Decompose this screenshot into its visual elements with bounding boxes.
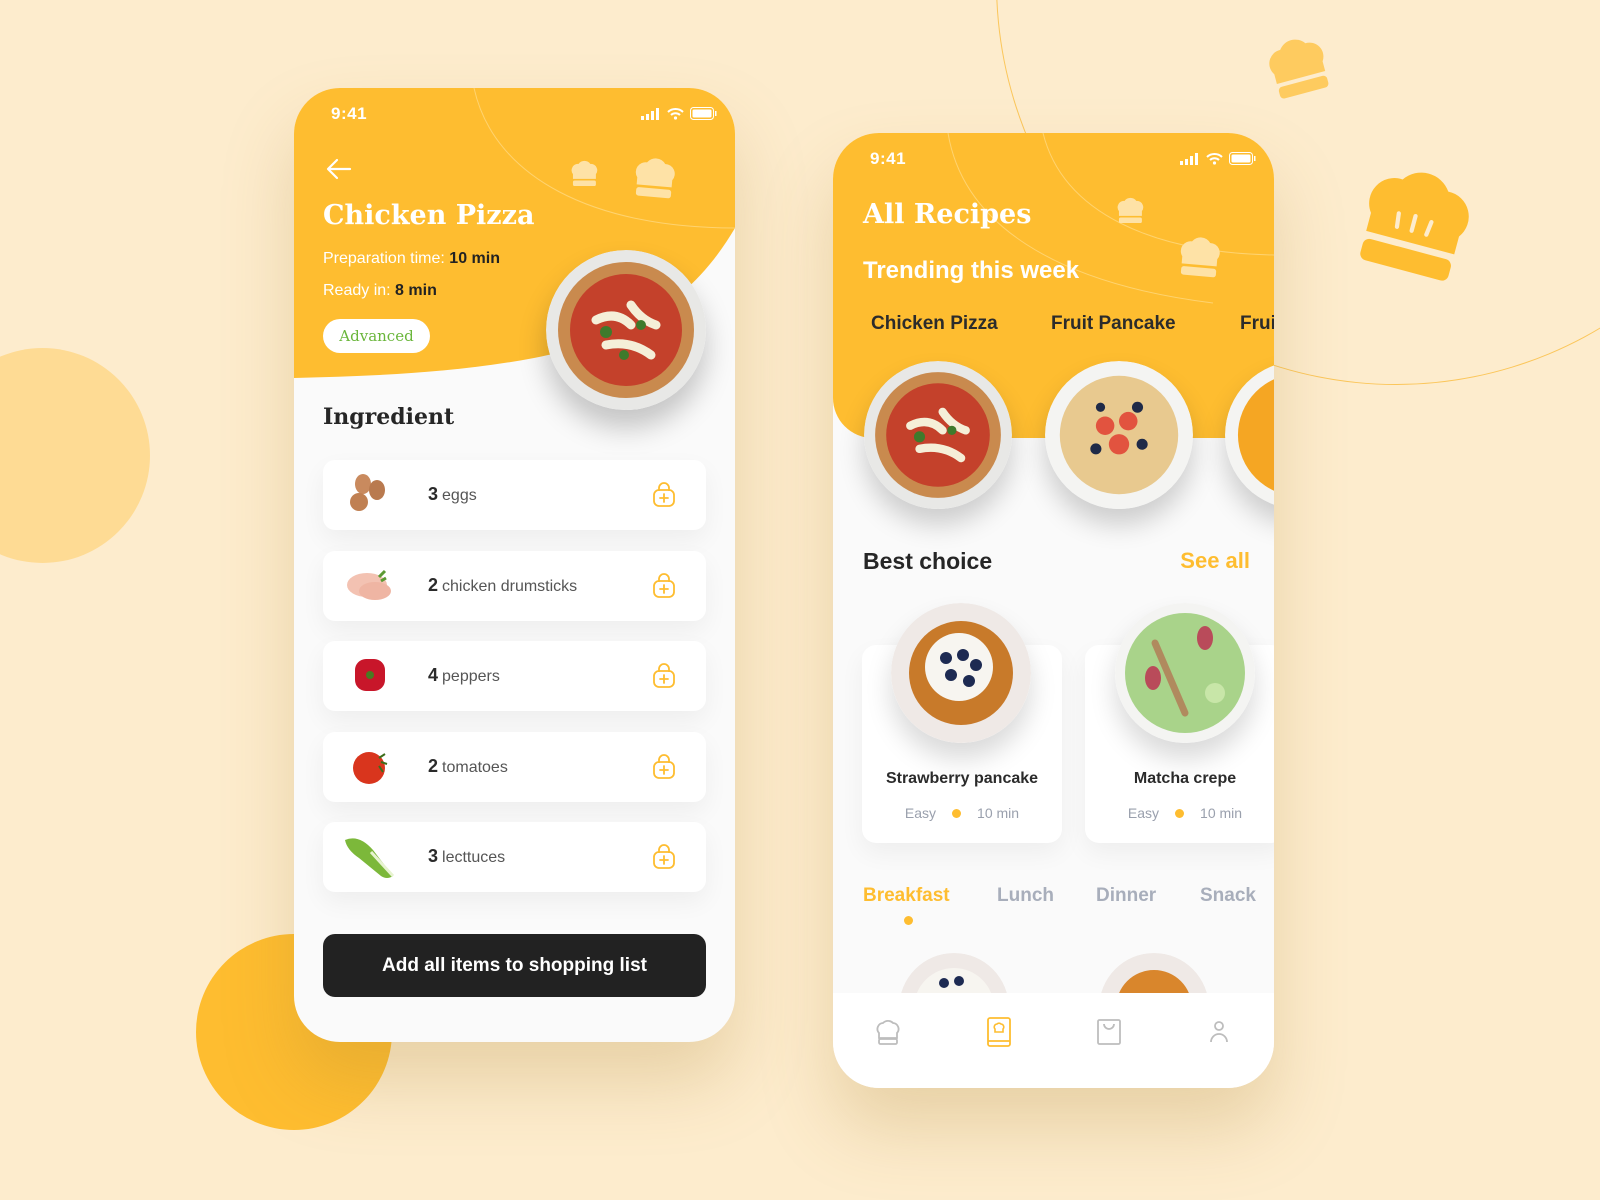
ingredient-name: chicken drumsticks	[442, 577, 578, 595]
ingredient-item: 4 peppers	[323, 641, 706, 711]
meal-category-tabs: Breakfast Lunch Dinner Snack	[863, 885, 1274, 925]
add-to-bag-icon[interactable]	[652, 482, 676, 508]
chef-hat-icon	[635, 158, 675, 199]
signal-icon	[1180, 152, 1198, 165]
pizza-image	[546, 250, 706, 410]
pizza-image[interactable]	[864, 361, 1012, 509]
ingredient-text: 3 lecttuces	[428, 846, 505, 867]
ingredient-text: 4 peppers	[428, 665, 500, 686]
ingredient-name: peppers	[442, 668, 500, 685]
tab-dinner[interactable]: Dinner	[1096, 885, 1200, 907]
ingredient-qty: 4	[428, 665, 439, 685]
ingredient-item: 2 tomatoes	[323, 731, 706, 802]
ingredient-item: 2 chicken drumsticks	[323, 550, 706, 621]
ready-time: Ready in: 8 min	[323, 282, 437, 300]
recipe-book-icon[interactable]	[982, 1015, 1016, 1049]
recipe-detail-screen: 9:41 Chicken Pizza Preparation time: 10 …	[294, 88, 735, 1042]
ingredient-qty: 2	[428, 574, 439, 595]
chef-hat-icon	[1360, 172, 1469, 281]
signal-icon	[641, 107, 659, 120]
waffle-image[interactable]	[1045, 361, 1193, 509]
difficulty-label: Easy	[1127, 805, 1160, 821]
ingredient-name: lecttuces	[442, 849, 506, 866]
trending-item[interactable]: Chicken Pizza	[871, 313, 1051, 335]
battery-icon	[1229, 152, 1256, 165]
ready-time-value: 8 min	[395, 282, 437, 299]
tomato-icon	[353, 751, 388, 784]
prep-time: Preparation time: 10 min	[323, 250, 500, 268]
all-recipes-screen: 9:41 All Recipes Trending this week Chic…	[833, 133, 1274, 1088]
trending-heading: Trending this week	[863, 257, 1080, 284]
pepper-icon	[355, 659, 385, 691]
battery-icon	[690, 107, 717, 120]
wifi-icon	[1206, 152, 1223, 165]
back-arrow-icon[interactable]	[324, 154, 354, 184]
ingredient-item: 3 eggs	[323, 460, 706, 530]
chef-hat-icon[interactable]	[871, 1015, 905, 1049]
chef-hat-icon	[1269, 39, 1329, 99]
ingredient-list: 3 eggs 2 chicken drumsticks 4 peppers 2 toma…	[323, 460, 706, 913]
chicken-drumstick-icon	[347, 569, 391, 600]
best-choice-heading: Best choice	[863, 548, 993, 574]
prep-time-value: 10 min	[449, 250, 500, 267]
page-title: All Recipes	[863, 199, 1032, 230]
recipe-card-name: Strawberry pancake	[885, 770, 1039, 787]
separator-dot	[1175, 808, 1185, 818]
ingredient-name: tomatoes	[442, 758, 508, 776]
pancake-image	[891, 603, 1031, 743]
recipe-card-meta: Easy 10 min	[1085, 805, 1274, 821]
trending-item[interactable]: Fruit Pancake	[1051, 313, 1240, 335]
add-to-bag-icon[interactable]	[652, 753, 676, 780]
status-bar: 9:41	[294, 88, 735, 138]
profile-icon[interactable]	[1202, 1015, 1236, 1049]
trending-list: Chicken Pizza Fruit Pancake Frui	[871, 313, 1274, 335]
decor-circle	[0, 348, 150, 563]
recipe-title: Chicken Pizza	[323, 200, 535, 231]
ingredient-qty: 2	[428, 755, 439, 776]
ingredient-name: eggs	[442, 487, 477, 504]
separator-dot	[952, 808, 962, 818]
ingredient-text: 3 eggs	[428, 484, 477, 505]
chef-hat-icon	[1180, 237, 1220, 278]
chef-hat-icon	[1117, 197, 1144, 224]
ingredient-heading: Ingredient	[323, 404, 455, 430]
ingredient-text: 2 tomatoes	[428, 756, 508, 777]
status-time: 9:41	[870, 149, 907, 168]
ingredient-text: 2 chicken drumsticks	[428, 575, 577, 596]
chef-hat-icon	[571, 160, 598, 187]
time-label: 10 min	[1200, 805, 1243, 821]
add-to-bag-icon[interactable]	[652, 572, 676, 599]
active-tab-indicator	[904, 916, 913, 925]
add-all-to-shopping-list-button[interactable]: Add all items to shopping list	[323, 934, 706, 997]
ingredient-item: 3 lecttuces	[323, 822, 706, 892]
time-label: 10 min	[977, 805, 1020, 821]
shopping-bag-icon[interactable]	[1092, 1015, 1126, 1049]
add-to-bag-icon[interactable]	[652, 663, 676, 689]
lettuce-icon	[345, 838, 395, 878]
status-time: 9:41	[331, 104, 368, 123]
trending-item[interactable]: Frui	[1240, 313, 1274, 335]
tab-snack[interactable]: Snack	[1200, 885, 1274, 907]
tab-label: Breakfast	[863, 885, 950, 906]
recipe-card-name: Matcha crepe	[1133, 770, 1237, 787]
ready-time-label: Ready in:	[323, 282, 391, 299]
status-bar: 9:41	[833, 133, 1274, 183]
prep-time-label: Preparation time:	[323, 250, 445, 267]
add-to-bag-icon[interactable]	[652, 844, 676, 870]
tab-breakfast[interactable]: Breakfast	[863, 885, 997, 925]
recipe-card-meta: Easy 10 min	[862, 805, 1062, 821]
difficulty-badge: Advanced	[323, 319, 430, 353]
see-all-link[interactable]: See all	[1180, 548, 1250, 574]
matcha-bowl-image	[1115, 603, 1255, 743]
bottom-tab-bar	[833, 993, 1274, 1088]
eggs-icon	[350, 474, 385, 511]
ingredient-qty: 3	[428, 484, 439, 504]
ingredient-qty: 3	[428, 846, 439, 866]
wifi-icon	[667, 107, 684, 120]
difficulty-label: Easy	[904, 805, 937, 821]
tab-lunch[interactable]: Lunch	[997, 885, 1096, 907]
